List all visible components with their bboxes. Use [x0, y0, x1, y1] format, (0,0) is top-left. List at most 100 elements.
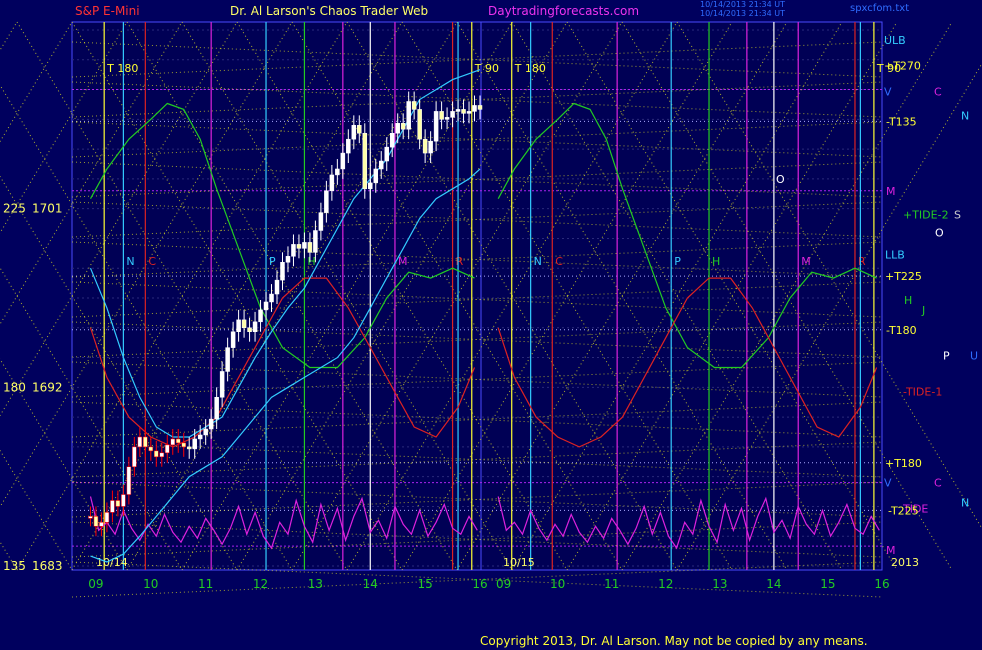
- x-tick-label: 16: [472, 577, 487, 591]
- candle-body: [400, 123, 406, 130]
- x-tick-label: 13: [712, 577, 727, 591]
- event-line-label: P: [674, 255, 681, 268]
- candle-body: [186, 446, 192, 450]
- chart-page: S&P E-Mini Dr. Al Larson's Chaos Trader …: [0, 0, 982, 650]
- level-label: C: [934, 477, 942, 490]
- candle-body: [357, 125, 362, 134]
- level-label: LLB: [885, 248, 905, 261]
- x-tick-label: 14: [766, 577, 781, 591]
- x-tick-label: 15: [820, 577, 835, 591]
- candle-body: [450, 111, 455, 118]
- candle-body: [269, 293, 274, 303]
- candle-body: [395, 123, 400, 134]
- candle-body: [93, 516, 99, 527]
- level-label: -T225: [888, 504, 919, 517]
- event-line-label: H: [307, 255, 315, 268]
- candle-body: [219, 371, 225, 398]
- y-tick-angle: 135: [3, 559, 26, 573]
- x-tick-label: 09: [88, 577, 103, 591]
- candle-body: [439, 111, 444, 120]
- level-label: M: [886, 185, 896, 198]
- date-label-day2: 10/15: [503, 556, 535, 569]
- date-label-day1: 10/14: [96, 556, 128, 569]
- candle-body: [99, 522, 104, 527]
- candle-body: [154, 450, 159, 458]
- candle-body: [351, 125, 357, 140]
- candle-body: [115, 500, 121, 507]
- level-label: -T180: [886, 324, 917, 337]
- level-label: C: [934, 86, 942, 99]
- candle-body: [137, 436, 143, 448]
- candle-body: [274, 279, 280, 295]
- candle-body: [318, 212, 324, 231]
- price-chart: T 180 T 180N NC CP PH HM MR RT 90 T 9009 10 11 12 13…: [0, 21, 982, 598]
- lattice-line-down: [0, 540, 18, 571]
- candle-body: [466, 111, 472, 114]
- event-line-label: R: [858, 255, 866, 268]
- candle-body: [428, 140, 433, 154]
- x-tick-label: 09: [496, 577, 511, 591]
- candle-body: [324, 190, 329, 213]
- candle-body: [329, 174, 335, 192]
- level-label: +T270: [884, 60, 921, 73]
- candle-body: [472, 105, 477, 112]
- x-tick-label: 16: [874, 577, 889, 591]
- event-line-label: T 180: [514, 62, 546, 75]
- candle-body: [181, 442, 186, 448]
- level-label: S: [954, 209, 961, 222]
- candle-body: [280, 262, 285, 281]
- x-tick-label: 15: [417, 577, 432, 591]
- level-label: O: [935, 226, 944, 239]
- event-line-label: C: [148, 255, 156, 268]
- level-label: V: [884, 86, 892, 99]
- level-label: N: [961, 496, 969, 509]
- level-label: J: [921, 304, 925, 317]
- event-line-label: N: [534, 255, 542, 268]
- level-label: P: [943, 350, 950, 363]
- event-line-label: H: [712, 255, 720, 268]
- candle-body: [296, 244, 302, 249]
- candle-body: [263, 301, 269, 311]
- level-label: +T225: [885, 270, 922, 283]
- x-tick-label: 14: [363, 577, 378, 591]
- candle-body: [455, 109, 461, 112]
- candle-body: [110, 500, 115, 513]
- candle-body: [214, 397, 219, 420]
- candle-body: [159, 452, 165, 458]
- level-label: M: [886, 544, 896, 557]
- candle-body: [126, 466, 132, 495]
- level-label: O: [776, 173, 785, 186]
- level-label: ULB: [884, 34, 906, 47]
- candle-body: [165, 444, 170, 454]
- candle-body: [444, 117, 450, 120]
- candle-body: [247, 327, 252, 332]
- candle-body: [285, 256, 291, 263]
- candle-body: [175, 438, 181, 444]
- candle-body: [335, 168, 340, 176]
- candle-body: [384, 146, 389, 162]
- event-line-label: N: [126, 255, 134, 268]
- candle-body: [88, 516, 93, 519]
- y-tick-angle: 225: [3, 202, 26, 216]
- candle-body: [340, 152, 346, 170]
- event-line-label: R: [456, 255, 464, 268]
- candle-body: [307, 242, 313, 253]
- candle-body: [203, 428, 208, 436]
- x-tick-label: 12: [253, 577, 268, 591]
- level-label: V: [884, 477, 892, 490]
- candle-body: [346, 138, 351, 154]
- candle-body: [433, 111, 439, 142]
- candle-body: [132, 446, 137, 467]
- candle-body: [258, 309, 263, 323]
- candle-body: [252, 321, 258, 332]
- x-tick-label: 11: [198, 577, 213, 591]
- plot-area: [71, 21, 883, 571]
- candle-body: [373, 168, 379, 184]
- x-tick-label: 13: [308, 577, 323, 591]
- event-line-label: M: [801, 255, 811, 268]
- candle-body: [192, 438, 197, 450]
- level-label: -TIDE-1: [903, 385, 942, 398]
- candle-body: [422, 138, 428, 154]
- candle-body: [230, 331, 236, 348]
- candle-body: [143, 436, 148, 448]
